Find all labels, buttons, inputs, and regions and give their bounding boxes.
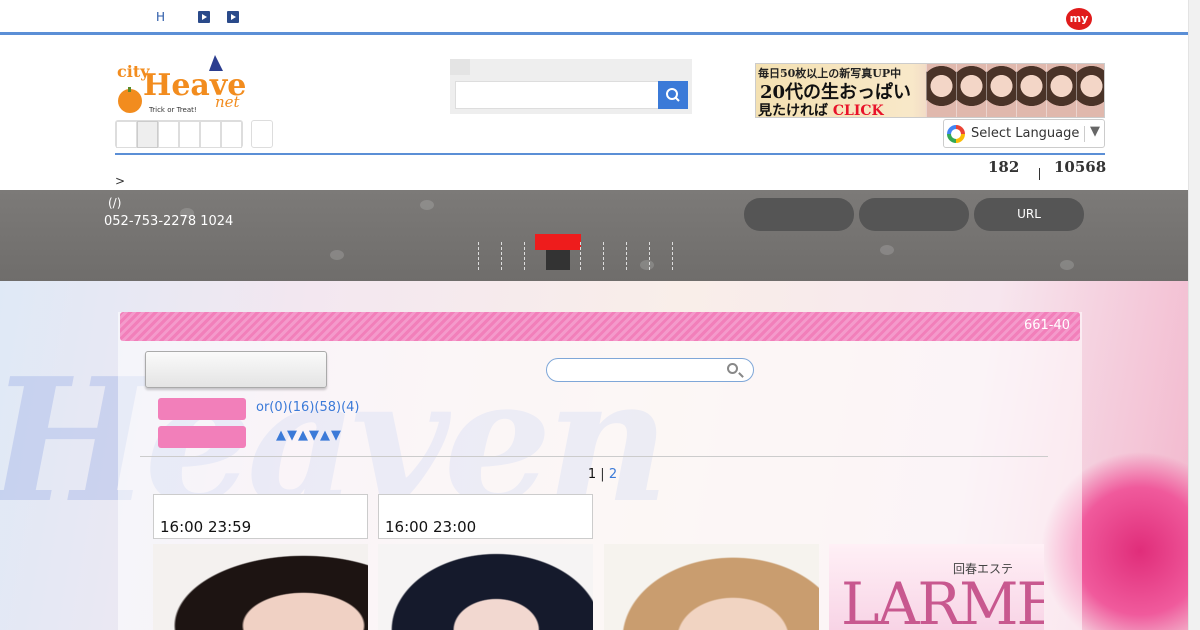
shop-header-band: (/) 052-753-2278 1024 URL <box>0 190 1188 281</box>
header-tab[interactable] <box>200 121 221 148</box>
chevron-down-icon: ▼ <box>1090 124 1100 139</box>
girl-card-time: 16:00 23:59 <box>153 494 368 539</box>
header-tab[interactable] <box>116 121 137 148</box>
girl-schedule: 16:00 23:59 <box>160 518 252 536</box>
girl-schedule: 16:00 23:00 <box>385 518 477 536</box>
banner-photos <box>926 64 1104 117</box>
filter-links[interactable]: or(0)(16)(58)(4) <box>256 400 360 415</box>
play-icon[interactable] <box>227 11 239 23</box>
shop-pill-button[interactable] <box>859 198 969 231</box>
breadcrumb[interactable]: > <box>115 174 125 188</box>
list-header-bar: 661-40 <box>120 312 1080 341</box>
page-link-2[interactable]: 2 <box>609 467 617 482</box>
search-tab[interactable] <box>450 59 470 75</box>
scrollbar[interactable] <box>1188 0 1200 630</box>
shop-subnav-item[interactable] <box>478 242 501 270</box>
shop-subnav-item[interactable] <box>626 242 649 270</box>
sort-button[interactable] <box>145 351 327 388</box>
header-tab[interactable] <box>179 121 200 148</box>
search-icon <box>727 363 738 374</box>
shop-subnav-item[interactable] <box>580 242 603 270</box>
my-badge[interactable]: my <box>1066 8 1092 30</box>
header-tab-extra[interactable] <box>251 120 273 148</box>
search-input[interactable] <box>455 81 659 109</box>
list-divider <box>140 456 1048 457</box>
shop-subnav-item[interactable] <box>672 242 695 270</box>
count-first: 182 <box>988 158 1020 176</box>
pagination: 1 | 2 <box>587 467 618 482</box>
shop-banner-title: LARME <box>841 570 1044 630</box>
shop-subnav-item-active[interactable] <box>535 234 581 270</box>
girl-card-time: 16:00 23:00 <box>378 494 593 539</box>
shop-pill-button[interactable] <box>744 198 854 231</box>
shop-subnav-item[interactable] <box>501 242 524 270</box>
top-strip: H my <box>0 0 1188 35</box>
page-current: 1 <box>587 467 597 482</box>
header-tab-active[interactable] <box>137 121 158 148</box>
banner-line3: 見たければ CLICK <box>758 103 884 118</box>
language-select[interactable]: Select Language ▼ <box>943 119 1105 148</box>
header-divider <box>115 153 1105 155</box>
google-icon <box>947 125 965 143</box>
shop-subnav-item[interactable] <box>603 242 626 270</box>
shop-link[interactable]: (/) <box>108 196 121 210</box>
list-count: 661-40 <box>1023 318 1070 333</box>
banner-click: CLICK <box>832 103 884 118</box>
header-tab[interactable] <box>221 121 242 148</box>
language-label: Select Language <box>971 126 1080 141</box>
count-second: 10568 <box>1054 158 1107 176</box>
tab-group <box>115 120 243 148</box>
header-tab[interactable] <box>158 121 179 148</box>
girl-photo[interactable] <box>378 544 593 630</box>
logo-tagline: Trick or Treat! <box>148 106 197 114</box>
shop-banner-image[interactable]: 回春エステ LARME <box>829 544 1044 630</box>
girl-photo[interactable] <box>604 544 819 630</box>
pumpkin-icon <box>118 89 142 113</box>
sort-label <box>158 426 246 448</box>
shop-phone: 052-753-2278 1024 <box>104 214 234 229</box>
site-logo[interactable]: city Heaven net Trick or Treat! <box>115 55 245 115</box>
search-button[interactable] <box>658 81 688 109</box>
header-search <box>450 59 692 114</box>
filter-label <box>158 398 246 420</box>
list-search-input[interactable] <box>546 358 754 382</box>
logo-suffix: net <box>215 93 241 111</box>
h-link[interactable]: H <box>156 10 165 24</box>
ad-banner[interactable]: 毎日50枚以上の新写真UP中 20代の生おっぱい 見たければ CLICK <box>755 63 1105 118</box>
shop-url-button[interactable]: URL <box>974 198 1084 231</box>
girl-photo[interactable] <box>153 544 368 630</box>
sort-arrows[interactable]: ▲▼▲▼▲▼ <box>276 428 342 443</box>
search-icon <box>666 88 680 102</box>
play-icon[interactable] <box>198 11 210 23</box>
shop-subnav <box>478 234 695 270</box>
header-tabs <box>115 120 273 148</box>
shop-subnav-item[interactable] <box>649 242 672 270</box>
